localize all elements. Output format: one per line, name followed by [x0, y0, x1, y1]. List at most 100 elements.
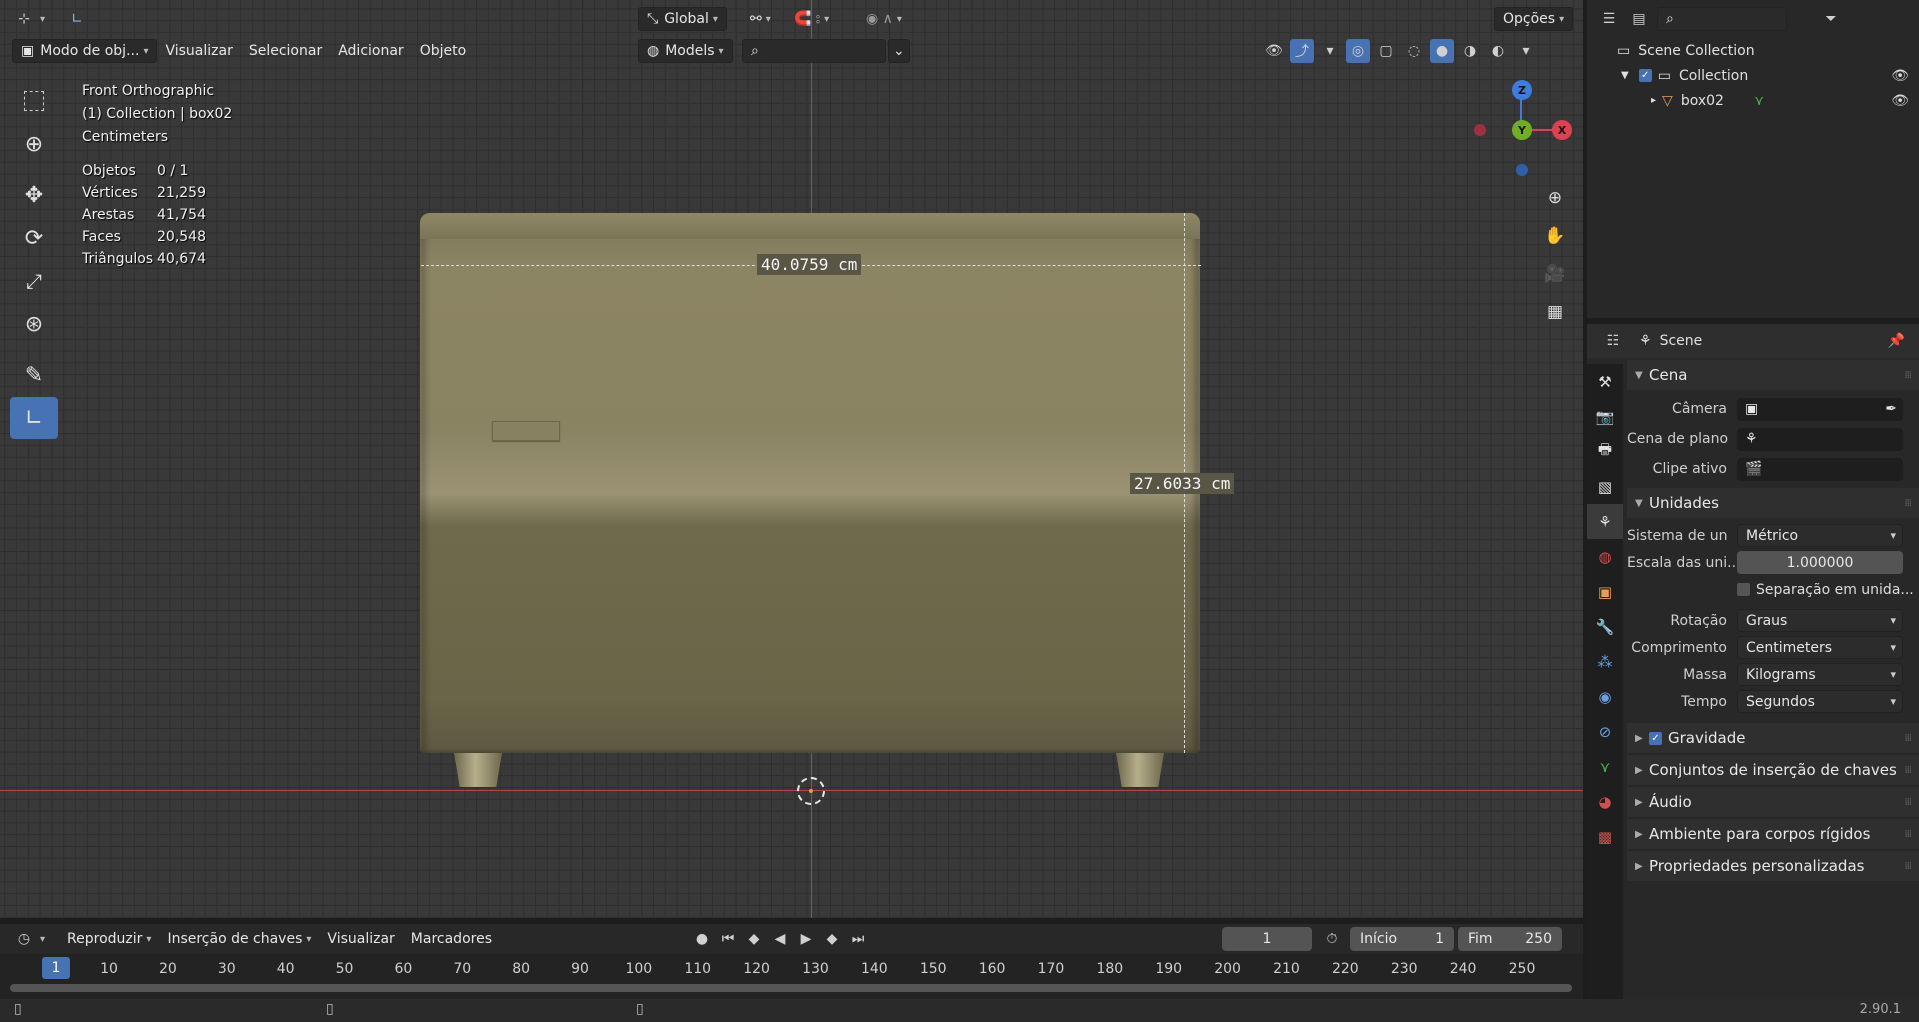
panel-audio-header[interactable]: ▶ Áudio ⁞⁞⁞ — [1627, 787, 1919, 817]
menu-adicionar[interactable]: Adicionar — [330, 39, 411, 63]
next-keyframe-icon[interactable]: ◆ — [820, 927, 844, 951]
cursor-tool[interactable]: ⊕ — [10, 123, 58, 165]
prev-keyframe-icon[interactable]: ◆ — [742, 927, 766, 951]
panel-gravidade-header[interactable]: ▶ ✓ Gravidade ⁞⁞⁞ — [1627, 723, 1919, 753]
constraints-tab-icon[interactable]: ⊘ — [1587, 714, 1623, 749]
hand-pan-icon[interactable]: ✋ — [1540, 221, 1570, 251]
playhead[interactable]: 1 — [42, 957, 70, 979]
menu-selecionar[interactable]: Selecionar — [241, 39, 330, 63]
visibility-toggle-icon[interactable]: 👁 — [1262, 39, 1286, 63]
overlay-dropdown-icon[interactable]: ▾ — [1318, 39, 1342, 63]
3d-cursor[interactable] — [797, 777, 825, 805]
grid-icon[interactable]: ▦ — [1540, 297, 1570, 327]
menu-reproduzir[interactable]: Reproduzir ▾ — [59, 927, 159, 951]
material-shading-icon[interactable]: ◑ — [1458, 39, 1482, 63]
filter-icon[interactable]: ⏷ — [1819, 7, 1843, 31]
gizmo-neg-z[interactable] — [1516, 164, 1528, 176]
pivot-dropdown[interactable]: ⚯ ▾ — [742, 7, 779, 31]
collection-row[interactable]: ▼ ✓ ▭ Collection 👁 — [1587, 63, 1919, 88]
collection-filter-dropdown[interactable]: ◍ Models ▾ — [638, 39, 733, 63]
object-tab-icon[interactable]: ▣ — [1587, 574, 1623, 609]
time-dropdown[interactable]: Segundos — [1737, 690, 1903, 713]
data-tab-icon[interactable]: ⋎ — [1587, 749, 1623, 784]
camera-icon[interactable]: 🎥 — [1540, 259, 1570, 289]
start-frame-field[interactable]: Início 1 — [1350, 927, 1454, 951]
panel-rigid-body-header[interactable]: ▶ Ambiente para corpos rígidos ⁞⁞⁞ — [1627, 819, 1919, 849]
chevron-down-icon[interactable]: ▾ — [40, 14, 45, 25]
panel-custom-props-header[interactable]: ▶ Propriedades personalizadas ⁞⁞⁞ — [1627, 851, 1919, 881]
options-dropdown[interactable]: Opções ▾ — [1494, 7, 1574, 31]
xray-icon[interactable]: ▢ — [1374, 39, 1398, 63]
outliner-search-input[interactable]: ⌕ — [1657, 7, 1787, 31]
move-tool[interactable]: ✥ — [10, 174, 58, 216]
texture-tab-icon[interactable]: ▩ — [1587, 819, 1623, 854]
modifier-tab-icon[interactable]: 🔧 — [1587, 609, 1623, 644]
jump-start-icon[interactable]: ⏮ — [716, 927, 740, 951]
viewport-search-input[interactable]: ⌕ — [742, 39, 886, 63]
mass-dropdown[interactable]: Kilograms — [1737, 663, 1903, 686]
editor-type-icon[interactable]: ⊹ — [12, 7, 36, 31]
unit-system-dropdown[interactable]: Métrico — [1737, 524, 1903, 547]
measure-tool[interactable]: ∟ — [10, 397, 58, 439]
collection-checkbox[interactable]: ✓ — [1638, 69, 1652, 82]
rotation-dropdown[interactable]: Graus — [1737, 609, 1903, 632]
timeline-ruler[interactable]: 1102030405060708090100110120130140150160… — [0, 958, 1583, 980]
drag-grip-icon[interactable]: ⁞⁞⁞ — [1904, 861, 1911, 872]
rendered-shading-icon[interactable]: ◐ — [1486, 39, 1510, 63]
box02-mesh[interactable] — [420, 213, 1200, 753]
drag-grip-icon[interactable]: ⁞⁞⁞ — [1904, 498, 1911, 509]
scene-collection-row[interactable]: ▭ Scene Collection — [1587, 38, 1919, 63]
material-tab-icon[interactable]: ◕ — [1587, 784, 1623, 819]
menu-insercao-de-chaves[interactable]: Inserção de chaves ▾ — [159, 927, 319, 951]
3d-viewport[interactable]: ⊹ ▾ ∟ ⤡ Global ▾ ⚯ ▾ 🧲 ⦂ ▾ ◉ ∧ ▾ Opções ▾ ▣ Mo… — [0, 0, 1583, 918]
panel-cena-header[interactable]: ▼ Cena ⁞⁞⁞ — [1627, 360, 1919, 390]
world-tab-icon[interactable]: ◍ — [1587, 539, 1623, 574]
background-scene-field[interactable]: ⚘ — [1737, 427, 1903, 451]
gizmo-x-axis[interactable]: X — [1552, 120, 1572, 140]
particles-tab-icon[interactable]: ⁂ — [1587, 644, 1623, 679]
proportional-edit-toggle[interactable]: ◉ ∧ ▾ — [858, 7, 910, 31]
overlays-icon[interactable]: ◎ — [1346, 39, 1370, 63]
gizmo-neg-x[interactable] — [1474, 124, 1486, 136]
drag-grip-icon[interactable]: ⁞⁞⁞ — [1904, 797, 1911, 808]
gizmo-z-axis[interactable]: Z — [1512, 80, 1532, 100]
render-tab-icon[interactable]: 📷 — [1587, 399, 1623, 434]
shading-dropdown-icon[interactable]: ▾ — [1514, 39, 1538, 63]
transform-tool[interactable]: ⊛ — [10, 303, 58, 345]
search-dropdown-button[interactable]: ⌄ — [888, 39, 910, 63]
scene-tab-icon[interactable]: ⚘ — [1587, 504, 1623, 539]
eye-icon[interactable]: 👁 — [1891, 93, 1909, 109]
eye-icon[interactable]: 👁 — [1891, 68, 1909, 84]
panel-unidades-header[interactable]: ▼ Unidades ⁞⁞⁞ — [1627, 488, 1919, 518]
eyedropper-icon[interactable]: ✒ — [1885, 401, 1897, 417]
display-mode-icon[interactable]: ▤ — [1627, 7, 1651, 31]
stopwatch-icon[interactable]: ⏱ — [1320, 927, 1344, 951]
jump-end-icon[interactable]: ⏭ — [846, 927, 870, 951]
drag-grip-icon[interactable]: ⁞⁞⁞ — [1904, 370, 1911, 381]
outliner-editor-icon[interactable]: ☰ — [1597, 7, 1621, 31]
end-frame-field[interactable]: Fim 250 — [1458, 927, 1562, 951]
current-frame-field[interactable]: 1 — [1222, 927, 1312, 951]
record-icon[interactable]: ● — [690, 927, 714, 951]
clock-editor-icon[interactable]: ◷ — [12, 927, 36, 951]
rotate-tool[interactable]: ⟳ — [10, 217, 58, 259]
pin-icon[interactable]: 📌 — [1888, 333, 1905, 349]
properties-editor-icon[interactable]: ☷ — [1601, 329, 1625, 353]
menu-marcadores[interactable]: Marcadores — [403, 927, 500, 951]
gizmo-y-axis[interactable]: Y — [1512, 120, 1532, 140]
wireframe-shading-icon[interactable]: ◌ — [1402, 39, 1426, 63]
view-layer-tab-icon[interactable]: ▧ — [1587, 469, 1623, 504]
drag-grip-icon[interactable]: ⁞⁞⁞ — [1904, 829, 1911, 840]
play-reverse-icon[interactable]: ◀ — [768, 927, 792, 951]
object-row-box02[interactable]: ▸ ▽ box02 ⋎ 👁 — [1587, 88, 1919, 113]
unit-scale-field[interactable]: 1.000000 — [1737, 551, 1903, 574]
tool-tab-icon[interactable]: ⚒ — [1587, 364, 1623, 399]
scale-tool[interactable]: ⤢ — [10, 260, 58, 302]
select-box-tool[interactable] — [10, 80, 58, 122]
mode-dropdown[interactable]: ▣ Modo de obj... ▾ — [12, 39, 158, 63]
zoom-icon[interactable]: ⊕ — [1540, 183, 1570, 213]
active-clip-field[interactable]: 🎬 — [1737, 457, 1903, 481]
play-icon[interactable]: ▶ — [794, 927, 818, 951]
drag-grip-icon[interactable]: ⁞⁞⁞ — [1904, 733, 1911, 744]
gizmo-toggle-icon[interactable]: ⤴ — [1290, 39, 1314, 63]
